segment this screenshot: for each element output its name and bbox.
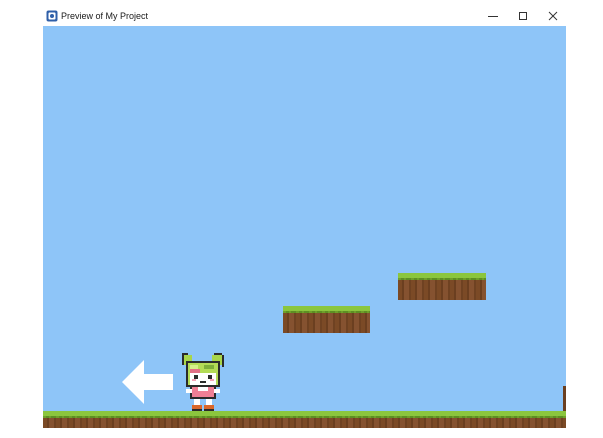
ground-grass: [43, 411, 566, 419]
platform: [398, 273, 486, 300]
ground-edge: [563, 386, 566, 411]
minimize-button[interactable]: [478, 5, 508, 27]
platform-dirt: [283, 313, 370, 333]
platform-dirt: [398, 280, 486, 300]
window-title: Preview of My Project: [61, 11, 149, 21]
minimize-icon: [488, 16, 498, 17]
maximize-button[interactable]: [508, 5, 538, 27]
left-arrow-icon[interactable]: [122, 360, 174, 404]
app-icon: [46, 10, 58, 22]
game-viewport[interactable]: [43, 26, 566, 428]
ground-dirt: [43, 418, 566, 428]
player-character: [182, 353, 224, 411]
platform-grass: [283, 306, 370, 314]
platform-grass: [398, 273, 486, 281]
ground: [43, 411, 566, 428]
platform: [283, 306, 370, 333]
close-button[interactable]: [538, 5, 568, 27]
close-icon: [548, 11, 558, 21]
maximize-icon: [519, 12, 527, 20]
